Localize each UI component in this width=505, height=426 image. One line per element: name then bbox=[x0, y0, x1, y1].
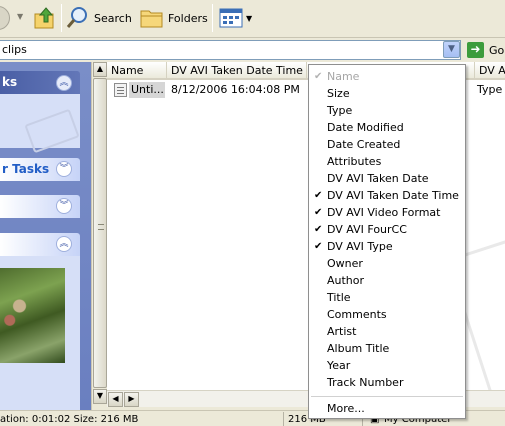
go-arrow-icon[interactable]: ➜ bbox=[467, 42, 484, 58]
scroll-right-arrow-icon[interactable]: ▶ bbox=[124, 392, 139, 407]
views-dropdown-icon[interactable]: ▼ bbox=[246, 14, 252, 23]
checkmark-icon: ✔ bbox=[314, 190, 323, 201]
views-button[interactable] bbox=[219, 5, 243, 31]
status-details: ation: 0:01:02 Size: 216 MB bbox=[0, 414, 139, 425]
checkmark-icon: ✔ bbox=[314, 71, 323, 82]
checkmark-icon: ✔ bbox=[314, 207, 323, 218]
task-panel-title: ks bbox=[2, 75, 18, 89]
menu-item-label: Date Created bbox=[327, 138, 401, 151]
menu-item-label: Title bbox=[327, 291, 351, 304]
menu-item-label: Name bbox=[327, 70, 360, 83]
expand-chevron-icon[interactable]: ︾ bbox=[56, 198, 72, 214]
column-header-label: DV AVI Taken Date Time bbox=[171, 64, 303, 77]
checkmark-icon: ✔ bbox=[314, 241, 323, 252]
menu-item-label: Type bbox=[327, 104, 353, 117]
video-file-icon bbox=[114, 83, 127, 97]
file-name-cell[interactable]: Unti... bbox=[129, 82, 165, 98]
search-icon bbox=[66, 7, 87, 28]
menu-item-comments[interactable]: Comments bbox=[309, 306, 465, 323]
menu-item-type[interactable]: Type bbox=[309, 102, 465, 119]
folders-button[interactable]: Folders bbox=[140, 5, 208, 31]
menu-item-label: DV AVI Video Format bbox=[327, 206, 441, 219]
task-pane-scrollbar[interactable]: ▲ ▼ bbox=[91, 62, 107, 410]
back-button[interactable] bbox=[0, 6, 10, 30]
scroll-up-arrow-icon[interactable]: ▲ bbox=[93, 62, 107, 77]
menu-item-label: Track Number bbox=[327, 376, 404, 389]
menu-item-size[interactable]: Size bbox=[309, 85, 465, 102]
menu-item-album-title[interactable]: Album Title bbox=[309, 340, 465, 357]
menu-item-label: Attributes bbox=[327, 155, 382, 168]
scrollbar-grip-icon bbox=[98, 224, 104, 230]
menu-item-label: Comments bbox=[327, 308, 387, 321]
search-button[interactable]: Search bbox=[66, 5, 132, 31]
menu-item-label: Date Modified bbox=[327, 121, 404, 134]
collapse-chevron-icon[interactable]: ︽ bbox=[56, 236, 72, 252]
column-chooser-menu: ✔ Name Size Type Date Modified Date Crea… bbox=[308, 64, 466, 419]
views-icon bbox=[219, 8, 243, 28]
menu-item-owner[interactable]: Owner bbox=[309, 255, 465, 272]
up-folder-icon[interactable] bbox=[34, 6, 56, 30]
menu-item-dv-avi-video-format[interactable]: ✔ DV AVI Video Format bbox=[309, 204, 465, 221]
collapse-chevron-icon[interactable]: ︽ bbox=[56, 75, 72, 91]
thumbnail-preview-image bbox=[0, 268, 65, 363]
menu-item-dv-avi-fourcc[interactable]: ✔ DV AVI FourCC bbox=[309, 221, 465, 238]
menu-item-dv-avi-type[interactable]: ✔ DV AVI Type bbox=[309, 238, 465, 255]
folder-icon bbox=[140, 10, 163, 28]
search-label: Search bbox=[94, 11, 132, 25]
menu-item-year[interactable]: Year bbox=[309, 357, 465, 374]
task-panel-body bbox=[0, 94, 80, 154]
menu-item-label: Author bbox=[327, 274, 365, 287]
file-taken-date-cell: 8/12/2006 16:04:08 PM bbox=[171, 83, 300, 96]
menu-item-dv-avi-taken-date[interactable]: DV AVI Taken Date bbox=[309, 170, 465, 187]
menu-separator bbox=[311, 396, 463, 397]
menu-item-label: DV AVI Taken Date bbox=[327, 172, 429, 185]
film-watermark-icon bbox=[24, 108, 80, 154]
menu-item-dv-avi-taken-date-time[interactable]: ✔ DV AVI Taken Date Time bbox=[309, 187, 465, 204]
menu-item-date-created[interactable]: Date Created bbox=[309, 136, 465, 153]
status-separator bbox=[283, 412, 284, 426]
scroll-down-arrow-icon[interactable]: ▼ bbox=[93, 389, 107, 404]
go-button[interactable]: Go bbox=[489, 44, 504, 57]
column-header-dv-avi[interactable]: DV AV bbox=[475, 62, 505, 80]
menu-item-label: Album Title bbox=[327, 342, 390, 355]
column-header-taken-date-time[interactable]: DV AVI Taken Date Time bbox=[167, 62, 307, 80]
column-header-name[interactable]: Name bbox=[107, 62, 167, 80]
menu-item-label: Size bbox=[327, 87, 350, 100]
toolbar-separator bbox=[61, 4, 62, 32]
other-tasks-title: r Tasks bbox=[2, 162, 50, 176]
column-header-label: Name bbox=[111, 64, 144, 77]
folders-label: Folders bbox=[168, 11, 208, 25]
expand-chevron-icon[interactable]: ︾ bbox=[56, 161, 72, 177]
menu-item-label: DV AVI FourCC bbox=[327, 223, 407, 236]
column-header-label: DV AV bbox=[479, 64, 505, 77]
toolbar-separator bbox=[212, 4, 213, 32]
file-type-cell: Type bbox=[477, 83, 503, 96]
menu-item-label: More... bbox=[327, 402, 365, 415]
menu-item-title[interactable]: Title bbox=[309, 289, 465, 306]
menu-item-attributes[interactable]: Attributes bbox=[309, 153, 465, 170]
menu-item-more[interactable]: More... bbox=[309, 400, 465, 417]
scrollbar-thumb[interactable] bbox=[93, 78, 107, 388]
toolbar: ▼ Search Folders ▼ bbox=[0, 0, 505, 38]
menu-item-author[interactable]: Author bbox=[309, 272, 465, 289]
menu-item-artist[interactable]: Artist bbox=[309, 323, 465, 340]
address-bar: clips ▼ ➜ Go bbox=[0, 39, 505, 61]
back-dropdown-icon[interactable]: ▼ bbox=[17, 12, 23, 21]
menu-item-label: Artist bbox=[327, 325, 357, 338]
checkmark-icon: ✔ bbox=[314, 224, 323, 235]
menu-item-label: DV AVI Taken Date Time bbox=[327, 189, 459, 202]
menu-item-label: Year bbox=[327, 359, 351, 372]
menu-item-label: DV AVI Type bbox=[327, 240, 393, 253]
scroll-left-arrow-icon[interactable]: ◀ bbox=[108, 392, 123, 407]
menu-item-date-modified[interactable]: Date Modified bbox=[309, 119, 465, 136]
address-input[interactable]: clips bbox=[0, 40, 461, 60]
task-pane: ks ︽ r Tasks ︾ ︾ ︽ bbox=[0, 62, 91, 410]
address-dropdown-button[interactable]: ▼ bbox=[443, 41, 460, 58]
menu-item-label: Owner bbox=[327, 257, 363, 270]
menu-item-name: ✔ Name bbox=[309, 68, 465, 85]
menu-item-track-number[interactable]: Track Number bbox=[309, 374, 465, 391]
